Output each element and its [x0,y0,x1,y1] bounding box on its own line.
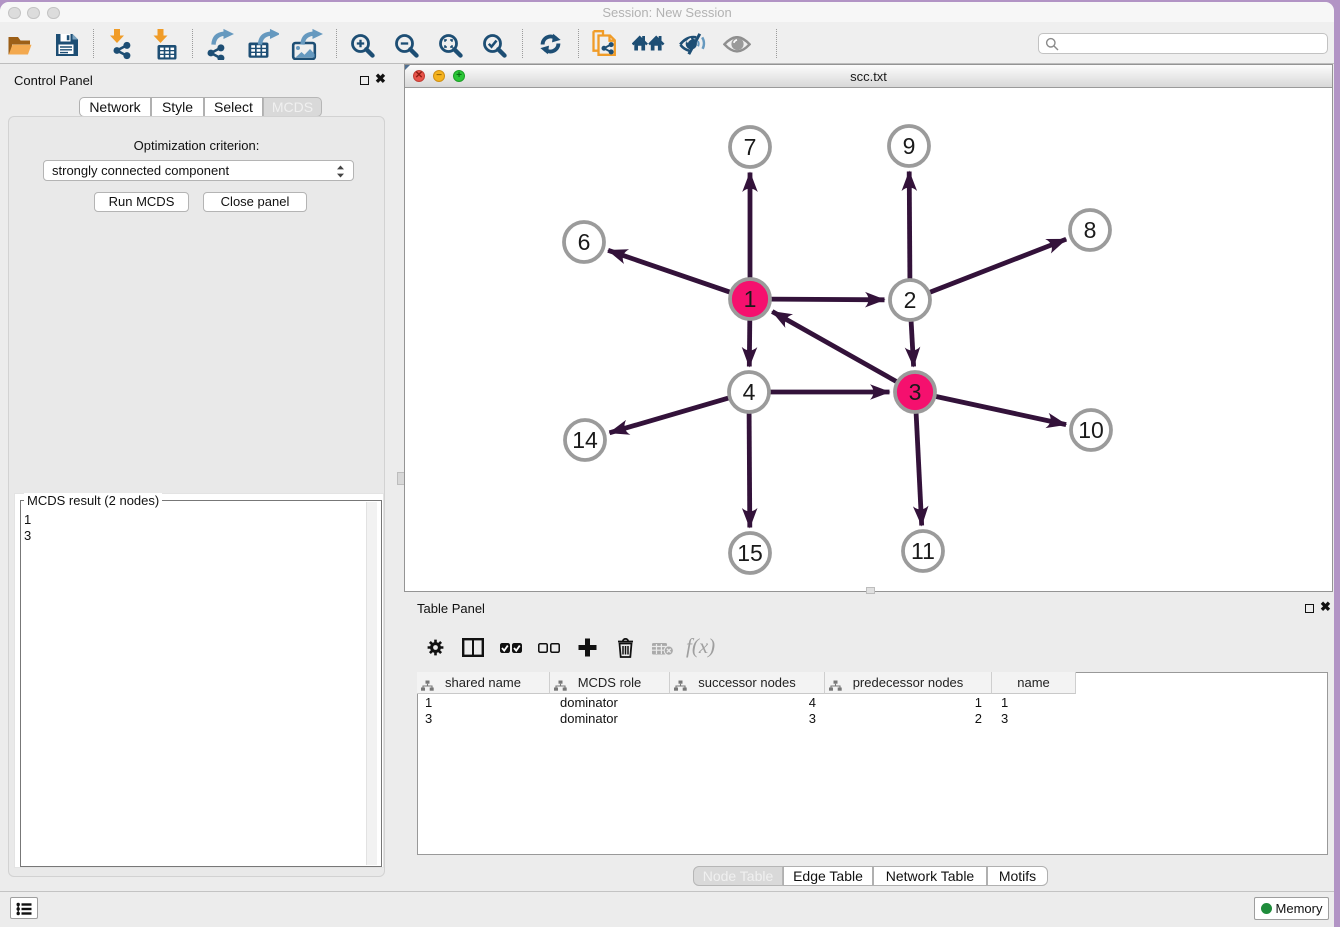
svg-text:10: 10 [1078,417,1104,443]
svg-text:15: 15 [737,540,763,566]
svg-text:2: 2 [904,287,917,313]
svg-text:3: 3 [909,379,922,405]
svg-text:9: 9 [903,133,916,159]
svg-text:11: 11 [911,538,935,564]
svg-text:6: 6 [578,229,591,255]
svg-text:8: 8 [1084,217,1097,243]
svg-text:4: 4 [743,379,756,405]
svg-text:14: 14 [572,427,598,453]
svg-text:1: 1 [744,286,757,312]
svg-text:7: 7 [744,134,757,160]
